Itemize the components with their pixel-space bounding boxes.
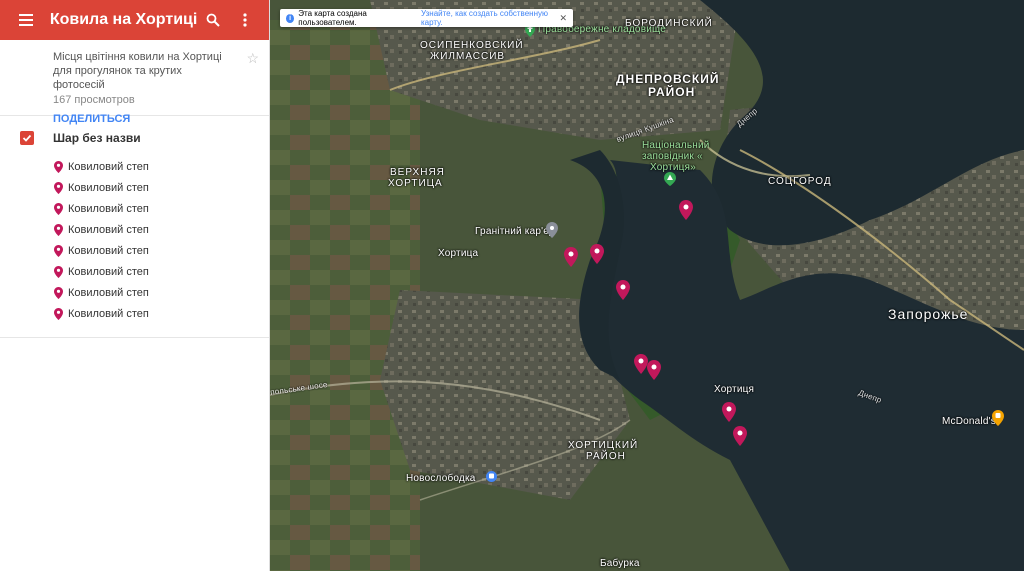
layer-header: Шар без назви xyxy=(0,126,269,150)
map-label-khortitsa-town: Хортица xyxy=(438,248,479,259)
map-label-novosloboda: Новослободка xyxy=(406,473,476,484)
map-pin[interactable] xyxy=(616,280,630,300)
map-label-khortitsky-2: РАЙОН xyxy=(586,451,626,462)
map-pin[interactable] xyxy=(634,354,648,374)
map-label-osipenkovsky: ОСИПЕНКОВСКИЙ xyxy=(420,40,524,51)
layer-name[interactable]: Шар без назви xyxy=(53,131,141,145)
pin-icon xyxy=(54,181,63,194)
banner-text: Эта карта создана пользователем. xyxy=(298,9,367,27)
item-label: Ковиловий степ xyxy=(68,286,149,299)
map-info: Місця цвітіння ковили на Хортиці для про… xyxy=(0,40,269,125)
map-pin[interactable] xyxy=(722,402,736,422)
map-label-dneprovsky-2: РАЙОН xyxy=(648,85,696,99)
share-button[interactable]: ПОДЕЛИТЬСЯ xyxy=(53,113,253,125)
item-label: Ковиловий степ xyxy=(68,265,149,278)
close-icon[interactable]: ✕ xyxy=(559,13,567,24)
header-bar: Ковила на Хортиці xyxy=(0,0,269,40)
list-item[interactable]: Ковиловий степ xyxy=(0,156,269,177)
list-item[interactable]: Ковиловий степ xyxy=(0,198,269,219)
list-item[interactable]: Ковиловий степ xyxy=(0,177,269,198)
list-item[interactable]: Ковиловий степ xyxy=(0,303,269,324)
map-title: Ковила на Хортиці xyxy=(49,11,198,28)
map-label-reserve: Національний xyxy=(642,140,710,151)
star-icon[interactable]: ☆ xyxy=(246,50,259,67)
user-map-banner: i Эта карта создана пользователем. Узнай… xyxy=(280,9,573,27)
view-count: 167 просмотров xyxy=(53,94,135,106)
map-pin[interactable] xyxy=(564,247,578,267)
map-label-mcdonalds: McDonald's xyxy=(942,416,996,427)
item-label: Ковиловий степ xyxy=(68,160,149,173)
map-canvas[interactable]: i Эта карта создана пользователем. Узнай… xyxy=(270,0,1024,571)
map-pin[interactable] xyxy=(733,426,747,446)
list-item[interactable]: Ковиловий степ xyxy=(0,261,269,282)
map-label-baburka: Бабурка xyxy=(600,558,640,569)
pin-icon xyxy=(54,202,63,215)
map-label-khortitsky: ХОРТИЦКИЙ xyxy=(568,440,639,451)
item-label: Ковиловий степ xyxy=(68,307,149,320)
layer-checkbox[interactable] xyxy=(20,131,34,145)
pin-icon xyxy=(54,160,63,173)
pin-icon xyxy=(54,265,63,278)
map-description: Місця цвітіння ковили на Хортиці для про… xyxy=(53,51,222,91)
map-pin[interactable] xyxy=(647,360,661,380)
banner-link[interactable]: Узнайте, как создать собственную карту. xyxy=(421,9,559,27)
map-label-reserve-2: заповідник « xyxy=(642,151,703,162)
list-item[interactable]: Ковиловий степ xyxy=(0,240,269,261)
pin-icon xyxy=(54,307,63,320)
map-label-granitny: Гранітний кар'єр xyxy=(475,226,555,237)
layer-panel: Шар без назви Ковиловий степ Ковиловий с… xyxy=(0,116,269,338)
map-pin[interactable] xyxy=(679,200,693,220)
map-label-zaporozhye: Запорожье xyxy=(888,306,969,322)
map-pin[interactable] xyxy=(590,244,604,264)
map-label-khortitsa-island: Хортиця xyxy=(714,384,755,395)
info-icon: i xyxy=(286,13,295,23)
item-label: Ковиловий степ xyxy=(68,244,149,257)
map-label-verkhnyaya: ВЕРХНЯЯ xyxy=(390,167,445,178)
pin-icon xyxy=(54,223,63,236)
search-icon[interactable] xyxy=(197,4,229,36)
pin-icon xyxy=(54,244,63,257)
list-item[interactable]: Ковиловий степ xyxy=(0,282,269,303)
item-label: Ковиловий степ xyxy=(68,223,149,236)
pin-icon xyxy=(54,286,63,299)
item-label: Ковиловий степ xyxy=(68,202,149,215)
list-item[interactable]: Ковиловий степ xyxy=(0,219,269,240)
map-label-osipenkovsky-2: ЖИЛМАССИВ xyxy=(430,51,506,62)
map-label-verkhnyaya-2: ХОРТИЦА xyxy=(388,178,443,189)
menu-icon[interactable] xyxy=(8,2,44,38)
map-label-sotsgorod: СОЦГОРОД xyxy=(768,176,832,187)
layer-items: Ковиловий степ Ковиловий степ Ковиловий … xyxy=(0,156,269,324)
more-vert-icon[interactable] xyxy=(229,4,261,36)
map-label-dneprovsky: ДНЕПРОВСКИЙ xyxy=(616,72,720,86)
sidebar: Ковила на Хортиці Місця цвітіння ковили … xyxy=(0,0,270,571)
item-label: Ковиловий степ xyxy=(68,181,149,194)
